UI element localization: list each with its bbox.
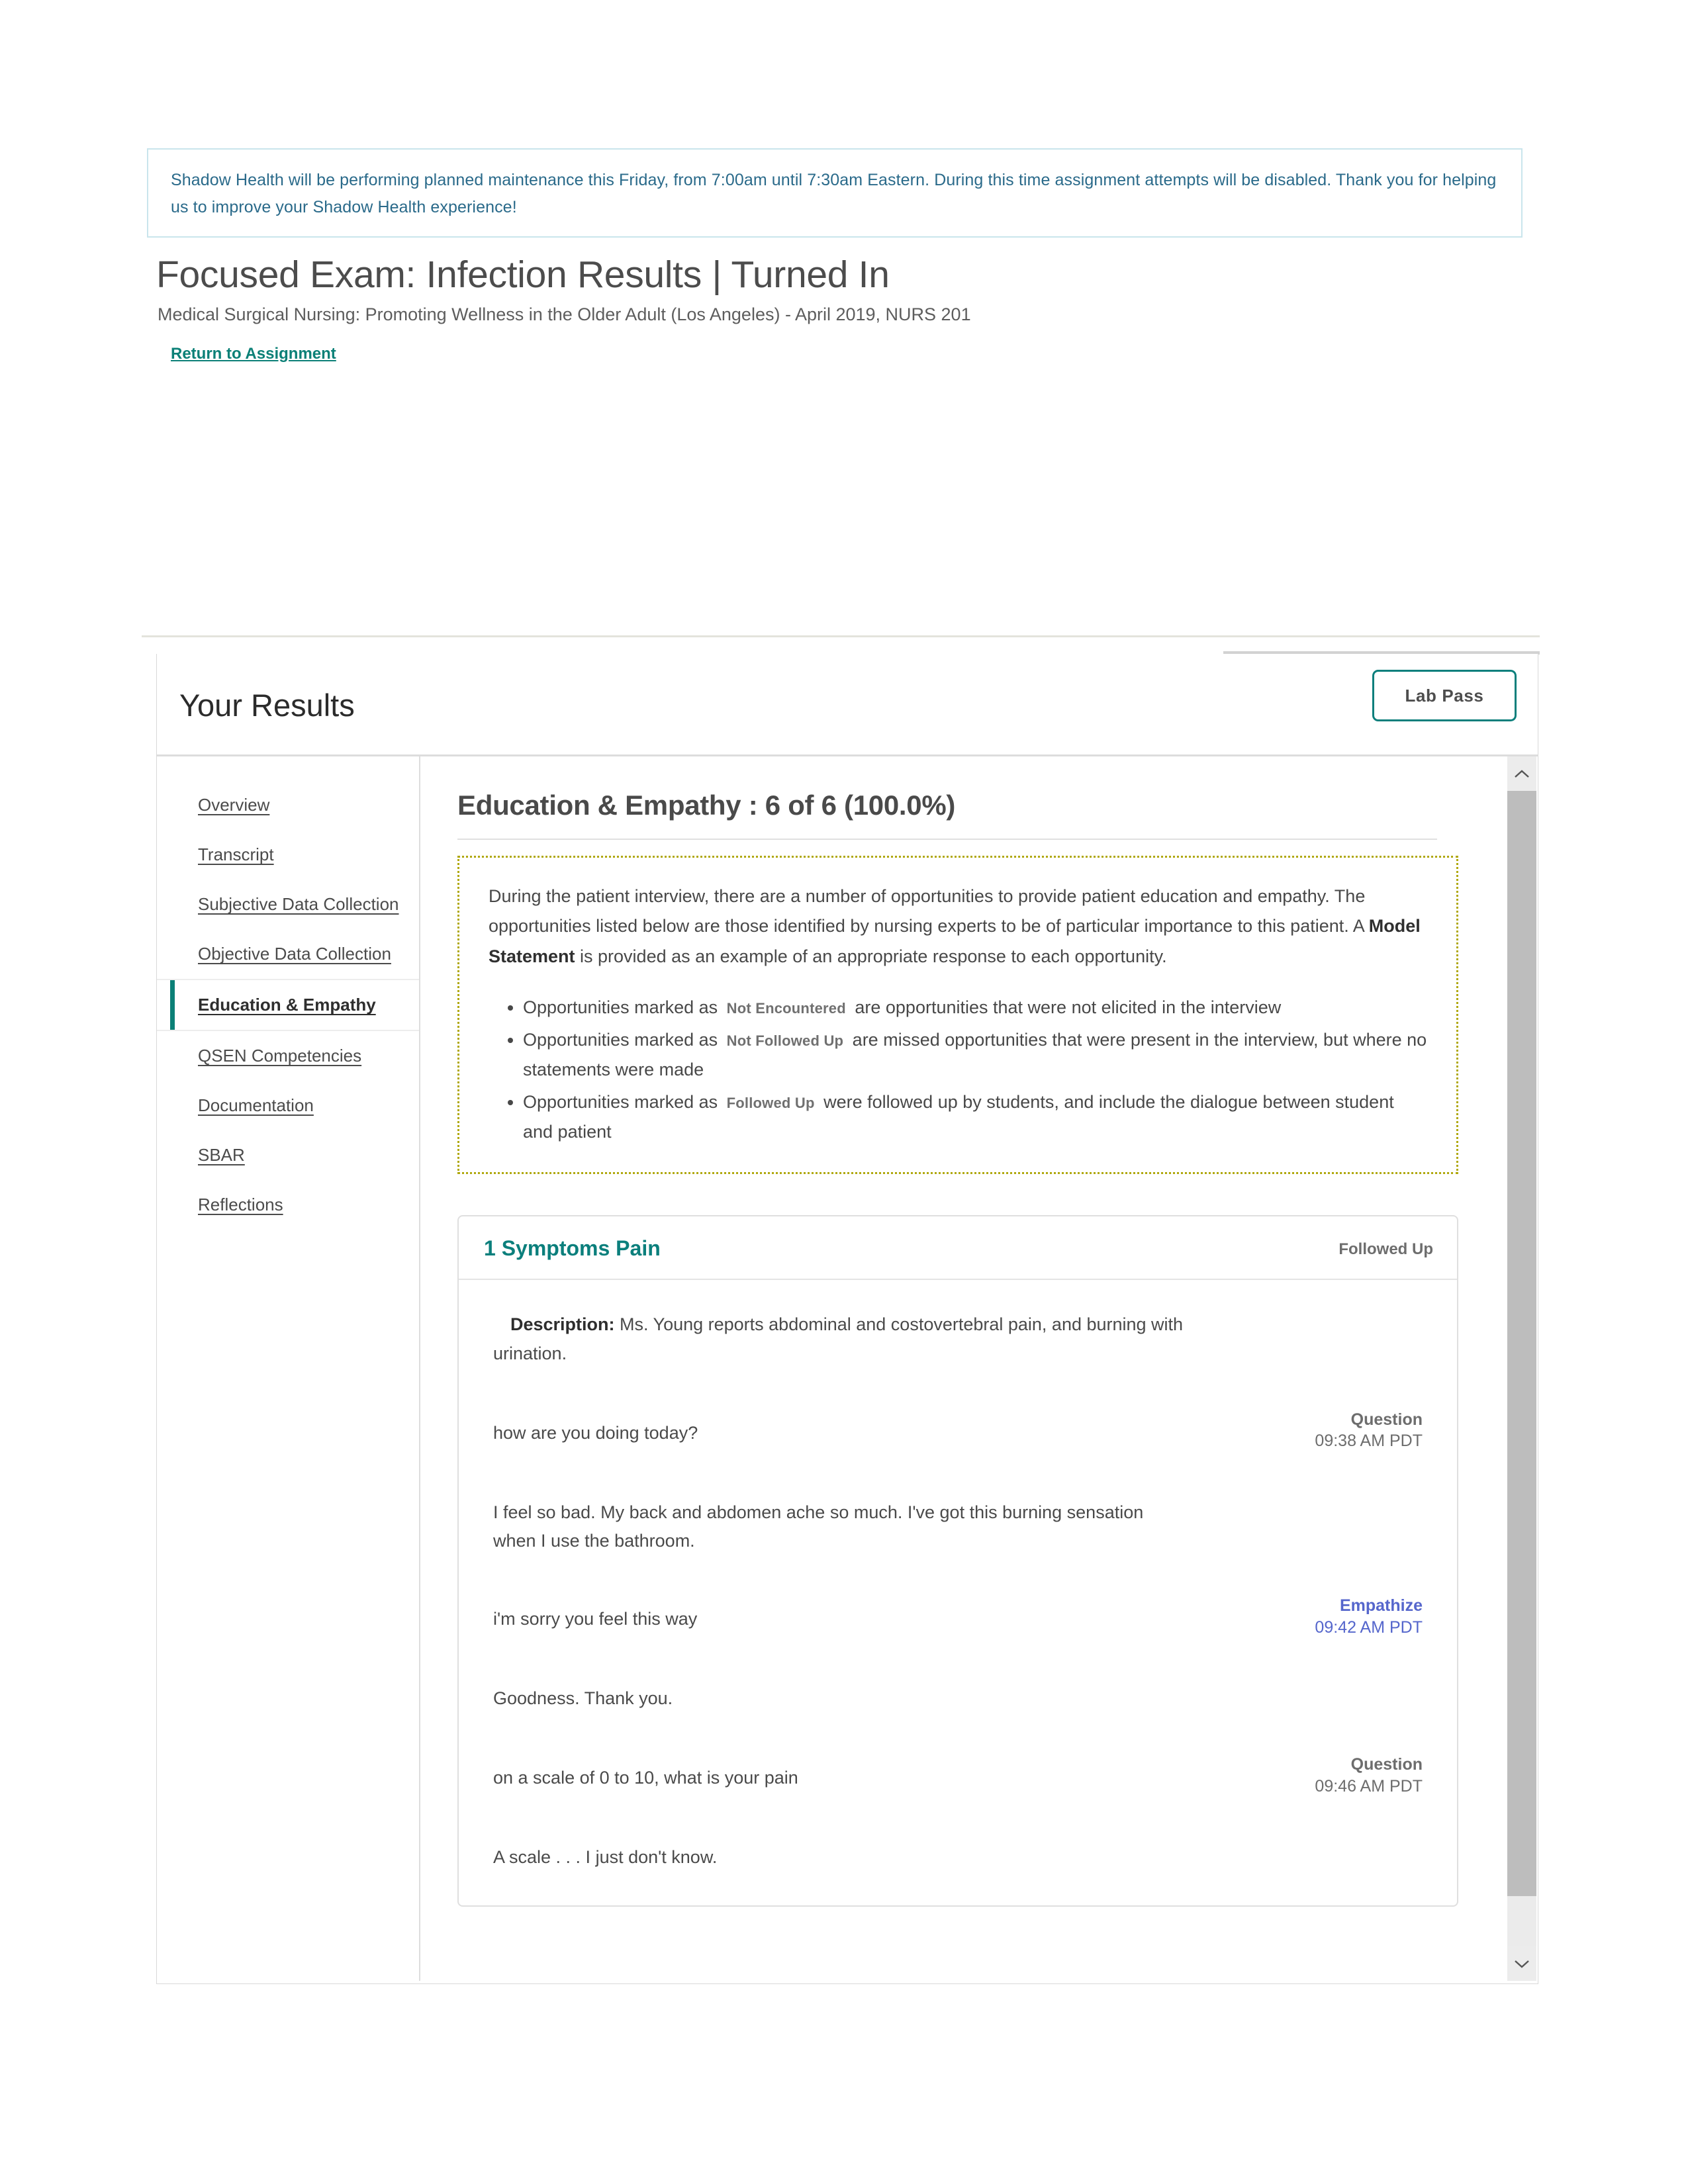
opportunity-description: Description: Ms. Young reports abdominal…: [493, 1310, 1221, 1368]
results-header: Your Results Lab Pass: [157, 654, 1538, 756]
sidebar-item-objective-data-collection[interactable]: Objective Data Collection: [157, 929, 419, 979]
dialogue-turn-timestamp: 09:38 AM PDT: [1315, 1432, 1423, 1451]
info-intro: During the patient interview, there are …: [489, 882, 1427, 972]
info-box: During the patient interview, there are …: [457, 856, 1458, 1175]
bullet-pre-text: Opportunities marked as: [523, 1092, 723, 1113]
sidebar-item-label: Subjective Data Collection: [198, 894, 399, 914]
dialogue-turn: I feel so bad. My back and abdomen ache …: [493, 1489, 1423, 1555]
sidebar-item-sbar[interactable]: SBAR: [157, 1130, 419, 1180]
sidebar-item-documentation[interactable]: Documentation: [157, 1081, 419, 1130]
dialogue-turn: A scale . . . I just don't know.: [493, 1834, 1423, 1872]
dialogue-turn-text: I feel so bad. My back and abdomen ache …: [493, 1502, 1144, 1551]
dialogue-turn-text: how are you doing today?: [493, 1422, 698, 1443]
sidebar-item-label: Transcript: [198, 844, 274, 864]
dialogue-turn-meta: Question 09:46 AM PDT: [1315, 1754, 1423, 1797]
dialogue-turn: i'm sorry you feel this way Empathize 09:4…: [493, 1596, 1423, 1636]
dialogue-turn-timestamp: 09:46 AM PDT: [1315, 1776, 1423, 1796]
info-intro-part1: During the patient interview, there are …: [489, 886, 1369, 936]
dialogue-turn: on a scale of 0 to 10, what is your pain…: [493, 1754, 1423, 1795]
opportunity-header: 1 Symptoms Pain Followed Up: [459, 1216, 1457, 1281]
opportunity-status-badge: Followed Up: [1338, 1240, 1433, 1259]
bullet-pre-text: Opportunities marked as: [523, 997, 723, 1018]
return-to-assignment-link[interactable]: Return to Assignment: [171, 345, 336, 363]
sidebar-item-transcript[interactable]: Transcript: [157, 830, 419, 880]
scroll-up-icon[interactable]: [1507, 756, 1536, 791]
sidebar-item-label: SBAR: [198, 1145, 245, 1165]
dialogue-turn: how are you doing today? Question 09:38 AM…: [493, 1410, 1423, 1450]
info-bullet: Opportunities marked as Followed Up were…: [523, 1087, 1427, 1147]
dialogue-turn-text: i'm sorry you feel this way: [493, 1609, 698, 1629]
dialogue-turn: Goodness. Thank you.: [493, 1675, 1423, 1713]
sidebar-item-qsen-competencies[interactable]: QSEN Competencies: [157, 1031, 419, 1081]
content-heading: Education & Empathy : 6 of 6 (100.0%): [457, 790, 956, 821]
dialogue-turn-label: Question: [1350, 1410, 1423, 1429]
page-subtitle: Medical Surgical Nursing: Promoting Well…: [158, 304, 971, 324]
heading-rule: [457, 839, 1437, 840]
section-divider: [142, 635, 1540, 637]
scroll-down-icon[interactable]: [1507, 1946, 1536, 1981]
info-bullet: Opportunities marked as Not Encountered …: [523, 993, 1427, 1023]
dialogue-turn-timestamp: 09:42 AM PDT: [1315, 1617, 1423, 1637]
dialogue-turn-meta: Question 09:38 AM PDT: [1315, 1410, 1423, 1453]
sidebar-item-label: Reflections: [198, 1195, 283, 1214]
status-badge: Not Encountered: [726, 1000, 846, 1017]
results-sidebar: Overview Transcript Subjective Data Collec…: [157, 756, 420, 1981]
dialogue-list: how are you doing today? Question 09:38 AM…: [493, 1410, 1423, 1872]
sidebar-item-education-empathy[interactable]: Education & Empathy: [157, 979, 419, 1031]
dialogue-turn-meta: Empathize 09:42 AM PDT: [1315, 1596, 1423, 1639]
page-root: Shadow Health will be performing planned…: [0, 0, 1688, 2184]
info-intro-part2: is provided as an example of an appropri…: [575, 946, 1167, 966]
maintenance-banner: Shadow Health will be performing planned…: [147, 148, 1523, 238]
maintenance-banner-text: Shadow Health will be performing planned…: [171, 171, 1497, 216]
dialogue-turn-label: Empathize: [1339, 1596, 1423, 1615]
info-bullet-list: Opportunities marked as Not Encountered …: [489, 993, 1427, 1147]
sidebar-item-label: Documentation: [198, 1095, 314, 1115]
sidebar-item-label: Education & Empathy: [198, 995, 376, 1015]
opportunity-body: Description: Ms. Young reports abdominal…: [459, 1280, 1457, 1905]
dialogue-turn-text: A scale . . . I just don't know.: [493, 1847, 718, 1868]
opportunity-card: 1 Symptoms Pain Followed Up Description:…: [457, 1215, 1458, 1907]
bullet-post-text: are opportunities that were not elicited…: [849, 997, 1282, 1018]
description-label: Description:: [510, 1314, 615, 1335]
dialogue-turn-label: Question: [1350, 1755, 1423, 1774]
info-bullet: Opportunities marked as Not Followed Up …: [523, 1025, 1427, 1085]
panel-body: Overview Transcript Subjective Data Collec…: [157, 756, 1538, 1981]
results-content: Education & Empathy : 6 of 6 (100.0%) Du…: [422, 756, 1538, 1981]
results-heading: Your Results: [179, 688, 355, 723]
dialogue-turn-text: Goodness. Thank you.: [493, 1688, 673, 1709]
opportunity-title: 1 Symptoms Pain: [484, 1236, 661, 1261]
bullet-pre-text: Opportunities marked as: [523, 1030, 723, 1050]
sidebar-item-overview[interactable]: Overview: [157, 780, 419, 830]
status-badge: Not Followed Up: [726, 1032, 844, 1050]
dialogue-turn-text: on a scale of 0 to 10, what is your pain: [493, 1768, 798, 1788]
status-badge: Followed Up: [726, 1095, 815, 1112]
sidebar-item-label: Overview: [198, 795, 270, 815]
lab-pass-button[interactable]: Lab Pass: [1372, 670, 1517, 721]
sidebar-item-reflections[interactable]: Reflections: [157, 1180, 419, 1230]
sidebar-item-label: QSEN Competencies: [198, 1046, 362, 1066]
page-title: Focused Exam: Infection Results | Turned…: [156, 253, 890, 296]
results-panel: Your Results Lab Pass Overview Transcript…: [156, 654, 1538, 1984]
sidebar-item-label: Objective Data Collection: [198, 944, 391, 964]
sidebar-item-subjective-data-collection[interactable]: Subjective Data Collection: [157, 880, 419, 929]
content-scrollbar[interactable]: [1507, 756, 1536, 1981]
scrollbar-thumb[interactable]: [1507, 791, 1536, 1896]
